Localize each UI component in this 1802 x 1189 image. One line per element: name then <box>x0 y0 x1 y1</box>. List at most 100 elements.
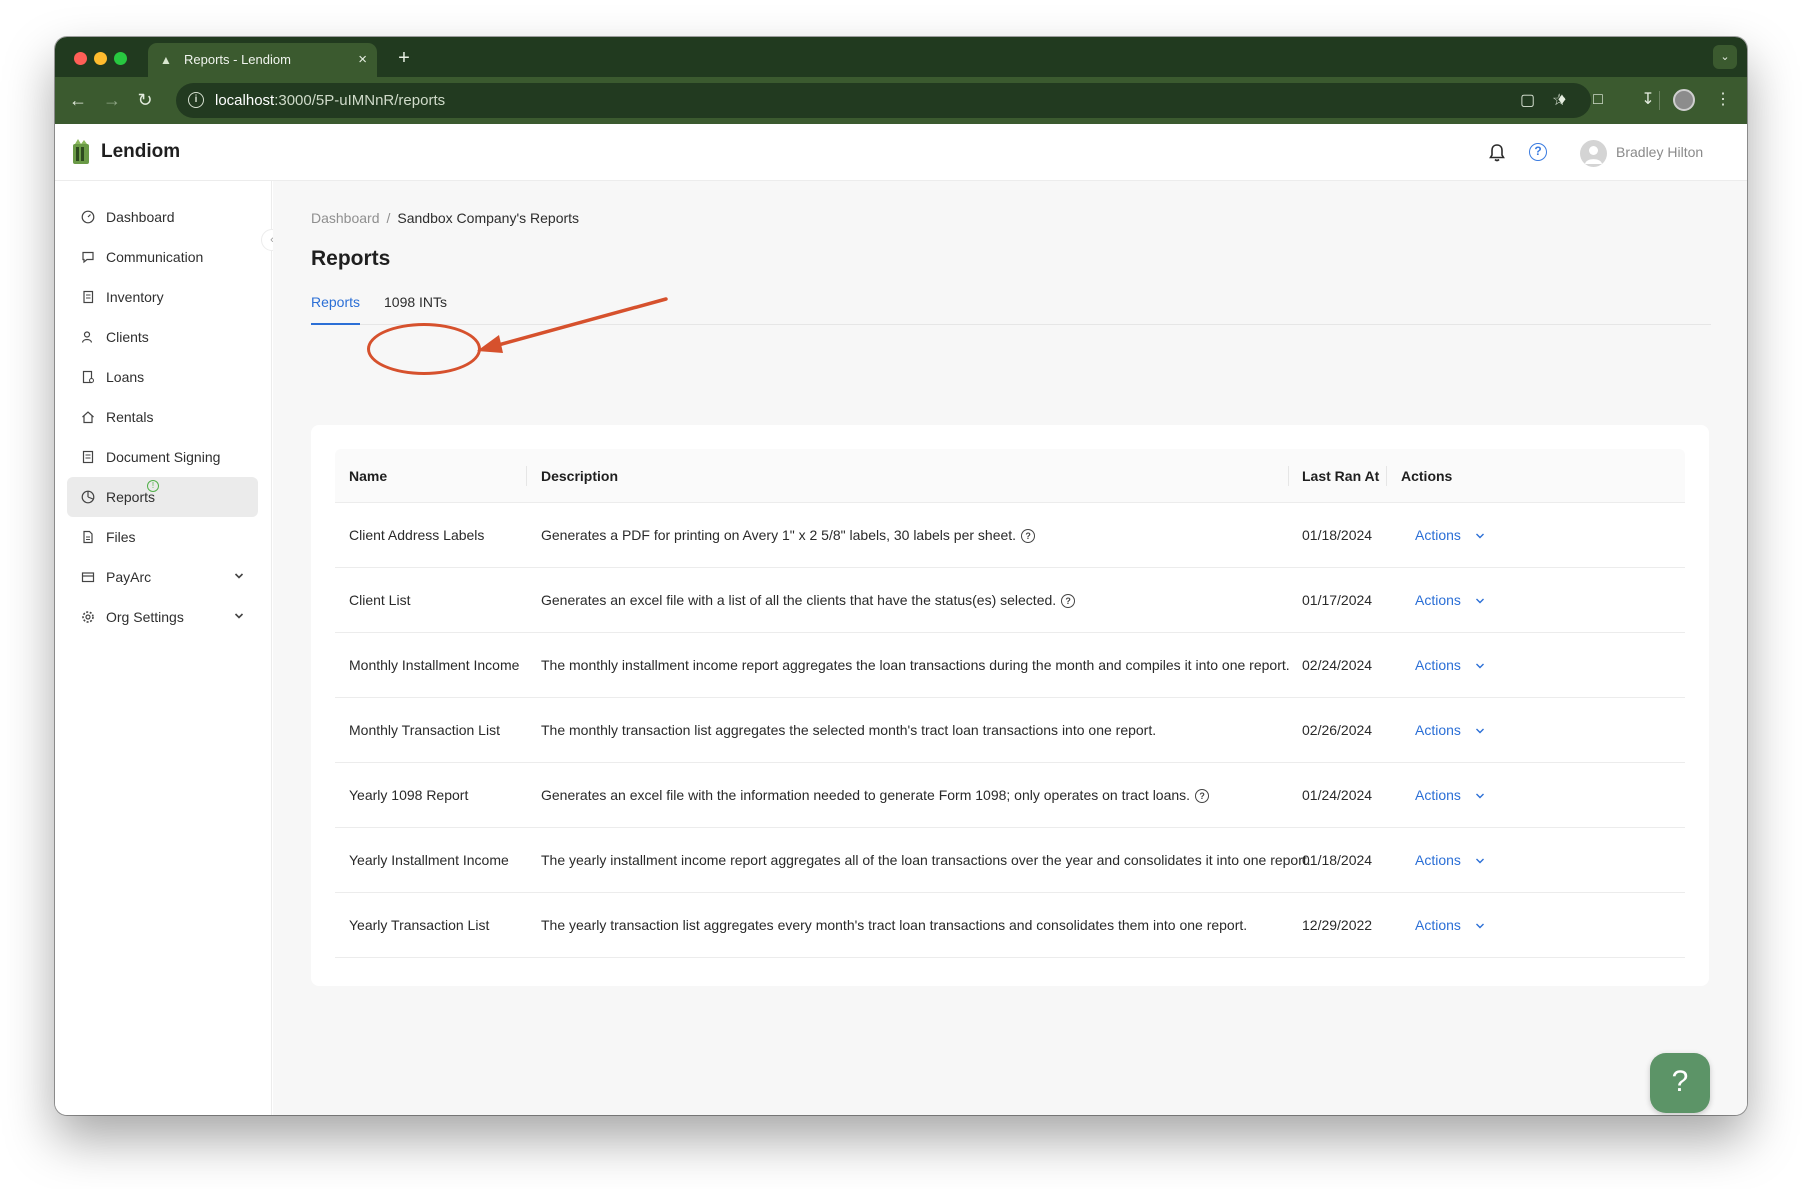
report-description: Generates an excel file with a list of a… <box>541 568 1076 633</box>
breadcrumb-separator: / <box>386 210 391 226</box>
sidebar-item-label: Communication <box>106 249 204 265</box>
table-header: Name Description Last Ran At Actions <box>335 449 1685 503</box>
table-row: Yearly Transaction List The yearly transa… <box>335 893 1685 958</box>
actions-dropdown-button[interactable]: Actions <box>1415 828 1461 893</box>
sidebar-item-files[interactable]: Files <box>67 517 258 557</box>
minimize-window-button[interactable] <box>94 52 107 65</box>
reload-icon[interactable]: ↻ <box>132 87 158 113</box>
url-path: :3000/5P-uIMNnR/reports <box>274 92 446 109</box>
report-name: Client Address Labels <box>349 527 485 543</box>
chevron-down-icon <box>234 573 244 579</box>
chevron-down-icon[interactable] <box>1475 726 1485 736</box>
chevron-down-icon[interactable] <box>1475 856 1485 866</box>
question-circle-icon[interactable]: ? <box>1195 789 1210 804</box>
table-row: Yearly Installment Income The yearly inst… <box>335 828 1685 893</box>
forward-arrow-icon[interactable]: → <box>99 87 125 113</box>
chevron-down-icon[interactable] <box>1475 596 1485 606</box>
maximize-window-button[interactable] <box>114 52 127 65</box>
table-body: Client Address Labels Generates a PDF for… <box>335 503 1685 958</box>
column-header-description: Description <box>541 468 619 484</box>
chevron-down-icon[interactable] <box>1475 791 1485 801</box>
sidebar-item-label: Document Signing <box>106 449 221 465</box>
breadcrumb-dashboard-link[interactable]: Dashboard <box>311 210 380 226</box>
help-icon[interactable]: ? <box>1529 143 1547 161</box>
document-icon <box>82 450 94 464</box>
report-description: Generates an excel file with the informa… <box>541 763 1210 828</box>
tab-reports[interactable]: Reports <box>311 281 361 325</box>
report-description-text: The yearly installment income report agg… <box>541 852 1311 868</box>
report-name: Client List <box>349 592 411 608</box>
tab-search-chevron-icon[interactable]: ⌄ <box>1713 45 1737 69</box>
new-badge-icon: ! <box>147 480 159 492</box>
column-header-actions: Actions <box>1401 468 1453 484</box>
new-tab-icon[interactable]: + <box>392 43 416 73</box>
table-row: Client Address Labels Generates a PDF for… <box>335 503 1685 568</box>
sidebar-item-rentals[interactable]: Rentals <box>67 397 258 437</box>
actions-dropdown-button[interactable]: Actions <box>1415 698 1461 763</box>
app-header: Lendiom ? Bradley Hilton <box>55 124 1747 181</box>
report-description: The monthly installment income report ag… <box>541 633 1290 698</box>
question-circle-icon[interactable]: ? <box>1021 529 1036 544</box>
sidebar-item-loans[interactable]: Loans <box>67 357 258 397</box>
actions-dropdown-button[interactable]: Actions <box>1415 503 1461 568</box>
sidebar-item-label: Org Settings <box>106 609 184 625</box>
question-circle-icon[interactable]: ? <box>1061 594 1076 609</box>
chat-icon <box>82 251 94 264</box>
sidebar-item-reports[interactable]: Reports ! <box>67 477 258 517</box>
password-manager-icon[interactable]: ♦ <box>1551 89 1573 111</box>
chevron-down-icon[interactable] <box>1475 921 1485 931</box>
sidebar-item-communication[interactable]: Communication <box>67 237 258 277</box>
column-header-name: Name <box>349 468 388 484</box>
tab-1098-ints[interactable]: 1098 INTs <box>384 281 447 325</box>
chevron-down-icon[interactable] <box>1475 661 1485 671</box>
sidebar-item-document-signing[interactable]: Document Signing <box>67 437 258 477</box>
actions-dropdown-button[interactable]: Actions <box>1415 568 1461 633</box>
sidebar-item-label: Dashboard <box>106 209 175 225</box>
gear-icon <box>82 611 94 623</box>
sidebar-item-label: Inventory <box>106 289 164 305</box>
inventory-icon <box>83 290 94 304</box>
loans-icon <box>82 370 94 384</box>
report-description: Generates a PDF for printing on Avery 1"… <box>541 503 1036 568</box>
notification-bell-icon[interactable] <box>1488 143 1506 163</box>
report-last-ran: 02/26/2024 <box>1302 722 1373 738</box>
report-description: The yearly transaction list aggregates e… <box>541 893 1247 958</box>
browser-menu-icon[interactable]: ⋮ <box>1712 89 1734 111</box>
actions-dropdown-button[interactable]: Actions <box>1415 893 1461 958</box>
clients-icon <box>81 331 93 343</box>
column-divider <box>526 466 527 486</box>
actions-dropdown-button[interactable]: Actions <box>1415 763 1461 828</box>
user-avatar[interactable] <box>1580 140 1607 167</box>
sidebar-item-inventory[interactable]: Inventory <box>67 277 258 317</box>
chevron-down-icon[interactable] <box>1475 531 1485 541</box>
back-arrow-icon[interactable]: ← <box>65 87 91 113</box>
card-icon <box>81 572 95 583</box>
help-chat-button[interactable]: ? <box>1650 1053 1710 1113</box>
site-info-icon[interactable]: i <box>188 92 204 108</box>
sidebar-item-dashboard[interactable]: Dashboard <box>67 197 258 237</box>
download-icon[interactable]: ↧ <box>1637 89 1659 111</box>
browser-tab[interactable]: ▲ Reports - Lendiom × <box>148 43 377 77</box>
sidebar-item-label: Files <box>106 529 136 545</box>
reports-icon <box>81 490 95 504</box>
sidebar-item-org-settings[interactable]: Org Settings <box>67 597 258 637</box>
sidebar-item-clients[interactable]: Clients <box>67 317 258 357</box>
close-window-button[interactable] <box>74 52 87 65</box>
address-bar[interactable]: i localhost:3000/5P-uIMNnR/reports ▢ ☆ <box>176 83 1591 118</box>
report-name: Monthly Installment Income <box>349 657 520 673</box>
app-name[interactable]: Lendiom <box>101 141 180 163</box>
report-description-text: The monthly installment income report ag… <box>541 657 1290 673</box>
extensions-puzzle-icon[interactable]: □ <box>1587 89 1609 111</box>
actions-dropdown-button[interactable]: Actions <box>1415 633 1461 698</box>
browser-profile-avatar[interactable] <box>1673 89 1695 111</box>
sidebar-item-label: Loans <box>106 369 145 385</box>
report-last-ran: 01/18/2024 <box>1302 527 1373 543</box>
install-app-icon[interactable]: ▢ <box>1520 83 1535 118</box>
lendiom-favicon-icon: ▲ <box>160 53 172 67</box>
user-name[interactable]: Bradley Hilton <box>1616 144 1703 160</box>
sidebar-item-payarc[interactable]: PayArc <box>67 557 258 597</box>
close-tab-icon[interactable]: × <box>358 43 367 77</box>
reports-table: Name Description Last Ran At Actions Cli… <box>335 449 1685 958</box>
annotation-ellipse <box>367 323 481 375</box>
toolbar-divider <box>1659 91 1660 110</box>
